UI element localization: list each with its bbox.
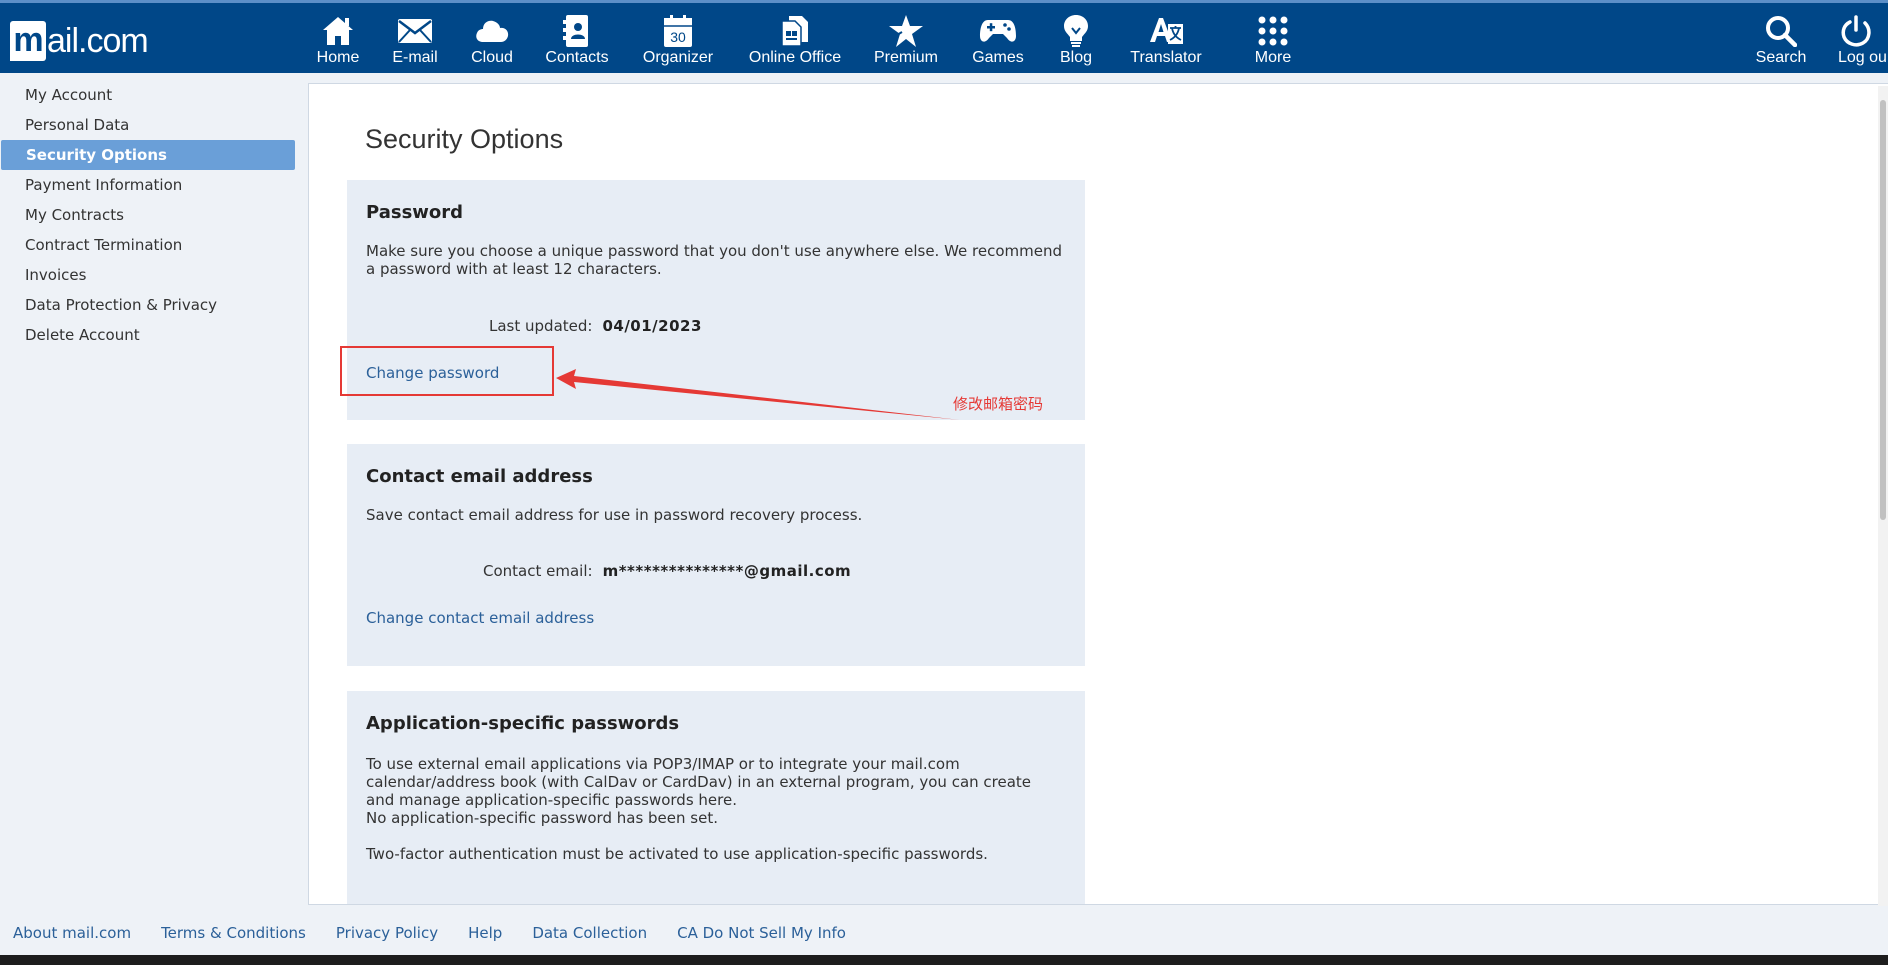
footer-link-about[interactable]: About mail.com — [13, 918, 131, 948]
star-icon — [888, 13, 924, 49]
password-description: Make sure you choose a unique password t… — [366, 242, 1062, 278]
last-updated-row: Last updated: 04/01/2023 — [489, 317, 702, 335]
nav-online-office[interactable]: Online Office — [744, 13, 846, 71]
office-document-icon — [780, 13, 810, 49]
home-icon — [321, 13, 355, 49]
vertical-scrollbar[interactable] — [1878, 86, 1888, 906]
contacts-icon — [563, 13, 591, 49]
nav-organizer[interactable]: 30 Organizer — [636, 13, 720, 71]
contact-email-value: m***************@gmail.com — [602, 562, 852, 580]
footer-link-terms[interactable]: Terms & Conditions — [161, 918, 306, 948]
annotation-arrow-icon — [556, 369, 960, 420]
envelope-icon — [397, 13, 433, 49]
main-content-panel: Security Options Password Make sure you … — [308, 83, 1888, 905]
last-updated-label: Last updated: — [489, 317, 593, 335]
footer-link-data-collection[interactable]: Data Collection — [532, 918, 647, 948]
footer-link-help[interactable]: Help — [468, 918, 502, 948]
translate-icon — [1148, 13, 1184, 49]
calendar-icon: 30 — [663, 13, 693, 49]
sidebar-item-delete-account[interactable]: Delete Account — [0, 320, 300, 350]
app-passwords-text-2: calendar/address book (with CalDav or Ca… — [366, 773, 1032, 791]
nav-contacts[interactable]: Contacts — [540, 13, 614, 71]
nav-premium[interactable]: Premium — [872, 13, 940, 71]
sidebar-item-personal-data[interactable]: Personal Data — [0, 110, 300, 140]
footer: About mail.com Terms & Conditions Privac… — [0, 918, 1888, 948]
mail-com-logo[interactable]: m ail.com — [10, 17, 149, 61]
change-contact-email-link[interactable]: Change contact email address — [366, 609, 594, 627]
contact-email-card: Contact email address Save contact email… — [347, 444, 1085, 666]
nav-home[interactable]: Home — [312, 13, 364, 71]
svg-text:30: 30 — [670, 29, 686, 45]
sidebar-item-invoices[interactable]: Invoices — [0, 260, 300, 290]
account-sidebar: My Account Personal Data Security Option… — [0, 80, 300, 350]
grid-dots-icon — [1258, 13, 1288, 49]
sidebar-item-data-protection[interactable]: Data Protection & Privacy — [0, 290, 300, 320]
sidebar-item-payment-information[interactable]: Payment Information — [0, 170, 300, 200]
app-passwords-text-1: To use external email applications via P… — [366, 755, 960, 773]
app-passwords-text-5: Two-factor authentication must be activa… — [366, 845, 988, 863]
cloud-icon — [474, 13, 510, 49]
footer-link-ca-do-not-sell[interactable]: CA Do Not Sell My Info — [677, 918, 846, 948]
sidebar-item-my-account[interactable]: My Account — [0, 80, 300, 110]
top-navigation-bar: m ail.com Home E-mail Cloud Contacts 30 O… — [0, 0, 1888, 73]
search-icon — [1765, 13, 1797, 49]
contact-email-row: Contact email: m***************@gmail.com — [483, 562, 851, 580]
nav-blog[interactable]: Blog — [1054, 13, 1098, 71]
nav-logout[interactable]: Log ou — [1836, 13, 1888, 71]
nav-search[interactable]: Search — [1754, 13, 1808, 71]
power-icon — [1836, 13, 1876, 49]
password-heading: Password — [366, 202, 464, 223]
footer-link-privacy[interactable]: Privacy Policy — [336, 918, 438, 948]
app-passwords-heading: Application-specific passwords — [366, 713, 680, 734]
sidebar-item-contract-termination[interactable]: Contract Termination — [0, 230, 300, 260]
nav-email[interactable]: E-mail — [388, 13, 442, 71]
last-updated-value: 04/01/2023 — [602, 317, 702, 335]
contact-email-label: Contact email: — [483, 562, 593, 580]
sidebar-item-my-contracts[interactable]: My Contracts — [0, 200, 300, 230]
app-passwords-card: Application-specific passwords To use ex… — [347, 691, 1085, 904]
nav-translator[interactable]: Translator — [1126, 13, 1206, 71]
taskbar-strip — [0, 955, 1888, 965]
nav-more[interactable]: More — [1248, 13, 1298, 71]
app-passwords-text-4: No application-specific password has bee… — [366, 809, 718, 827]
annotation-label: 修改邮箱密码 — [953, 395, 1044, 413]
app-passwords-text-3: and manage application-specific password… — [366, 791, 737, 809]
sidebar-item-security-options[interactable]: Security Options — [1, 140, 295, 170]
contact-email-heading: Contact email address — [366, 466, 593, 487]
contact-email-description: Save contact email address for use in pa… — [366, 506, 863, 524]
gamepad-icon — [979, 13, 1017, 49]
annotation-highlight-box — [340, 346, 554, 396]
nav-games[interactable]: Games — [970, 13, 1026, 71]
scrollbar-thumb[interactable] — [1880, 100, 1886, 520]
nav-cloud[interactable]: Cloud — [466, 13, 518, 71]
page-title: Security Options — [365, 124, 564, 154]
lightbulb-icon — [1063, 13, 1089, 49]
